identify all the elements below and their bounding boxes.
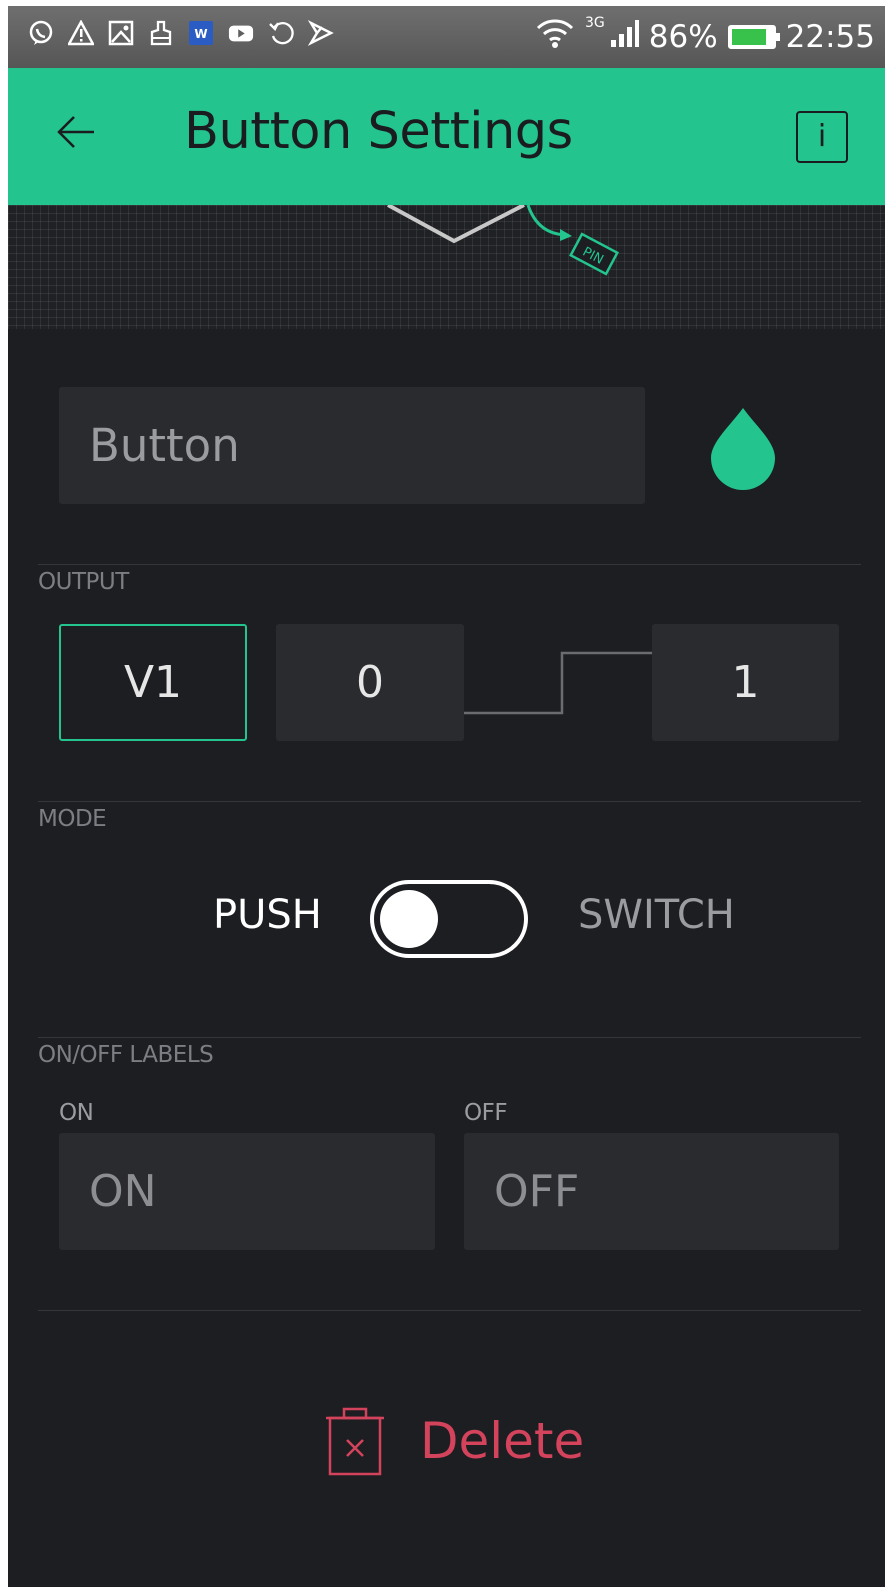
status-right: 3G 86% 22:55 xyxy=(535,14,875,60)
mode-toggle[interactable] xyxy=(370,880,528,958)
toggle-knob xyxy=(380,890,438,948)
divider xyxy=(38,801,861,802)
app-screen: W 3G 86% 22:55 Button Settings i PIN But… xyxy=(8,6,885,1587)
page-title: Button Settings xyxy=(184,102,573,161)
divider xyxy=(38,1037,861,1038)
viber-icon xyxy=(28,20,54,46)
preview-illustration: PIN xyxy=(387,203,619,276)
delete-button[interactable]: Delete xyxy=(326,1406,584,1476)
on-label-caption: ON xyxy=(59,1100,94,1126)
warning-icon xyxy=(68,20,94,46)
widget-preview: PIN xyxy=(8,203,885,329)
mode-section-label: MODE xyxy=(38,806,107,832)
divider xyxy=(38,564,861,565)
delete-label: Delete xyxy=(420,1412,585,1470)
high-value-input[interactable]: 1 xyxy=(652,624,839,741)
widget-name-input[interactable]: Button xyxy=(59,387,645,504)
battery-icon xyxy=(727,25,780,49)
app-bar: Button Settings i xyxy=(8,68,885,205)
cleaner-icon xyxy=(148,20,174,46)
trash-icon xyxy=(326,1406,384,1476)
clock: 22:55 xyxy=(785,19,875,55)
notification-icons: W xyxy=(28,20,334,46)
signal-icon xyxy=(609,18,639,56)
wifi-icon xyxy=(535,17,575,57)
mode-push-label[interactable]: PUSH xyxy=(213,892,322,938)
divider xyxy=(38,1310,861,1311)
svg-text:W: W xyxy=(194,27,207,41)
word-icon: W xyxy=(188,20,214,46)
battery-fill xyxy=(731,29,767,45)
status-bar: W 3G 86% 22:55 xyxy=(8,6,885,68)
mode-switch-label[interactable]: SWITCH xyxy=(578,892,735,938)
sync-icon xyxy=(268,20,294,46)
on-label-input[interactable]: ON xyxy=(59,1133,435,1250)
network-type: 3G xyxy=(584,15,605,31)
step-line-graphic xyxy=(464,651,654,715)
output-section-label: OUTPUT xyxy=(38,569,129,595)
color-picker-drop-icon[interactable] xyxy=(708,406,778,490)
labels-section-label: ON/OFF LABELS xyxy=(38,1042,214,1068)
shield-icon xyxy=(308,20,334,46)
battery-percent: 86% xyxy=(648,19,718,55)
off-label-caption: OFF xyxy=(464,1100,508,1126)
info-button[interactable]: i xyxy=(796,111,848,163)
pin-selector[interactable]: V1 xyxy=(59,624,247,741)
youtube-icon xyxy=(228,20,254,46)
low-value-input[interactable]: 0 xyxy=(276,624,464,741)
off-label-input[interactable]: OFF xyxy=(464,1133,839,1250)
gallery-icon xyxy=(108,20,134,46)
back-arrow-icon[interactable] xyxy=(54,108,102,156)
